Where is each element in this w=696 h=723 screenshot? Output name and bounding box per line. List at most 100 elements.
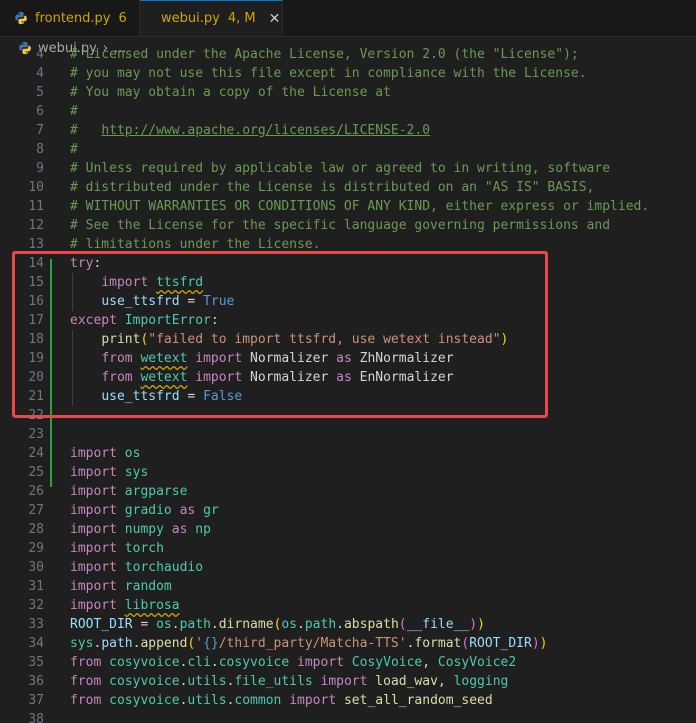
- code-line[interactable]: 12 # See the License for the specific lan…: [0, 216, 696, 235]
- code-line[interactable]: 4 # Licensed under the Apache License, Ve…: [0, 46, 696, 64]
- code-line[interactable]: 8 #: [0, 140, 696, 159]
- line-number: 5: [36, 85, 44, 100]
- code-token: import: [70, 446, 117, 461]
- code-token: (: [398, 617, 407, 632]
- code-token: # See the License for the specific langu…: [70, 218, 611, 233]
- code-line[interactable]: 23: [0, 425, 696, 444]
- code-token: gr: [203, 503, 219, 518]
- code-token: torch: [124, 541, 164, 556]
- close-tab-icon[interactable]: ✕: [269, 11, 281, 27]
- code-token: # You may obtain a copy of the License a…: [70, 85, 391, 100]
- code-line[interactable]: 10 # distributed under the License is dis…: [0, 178, 696, 197]
- code-token: file_utils: [234, 674, 313, 689]
- code-token: cosyvoice: [109, 655, 180, 670]
- code-token: import: [70, 484, 117, 499]
- code-token: .: [297, 617, 305, 632]
- code-line[interactable]: 28 import numpy as np: [0, 520, 696, 539]
- code-token: ': [195, 636, 204, 651]
- code-text: # Unless required by applicable law or a…: [70, 159, 610, 178]
- problem-count-badge: 4, M: [227, 11, 256, 26]
- annotation-highlight-box: [12, 251, 548, 418]
- code-line[interactable]: 29 import torch: [0, 539, 696, 558]
- code-token: gradio: [124, 503, 172, 518]
- code-token: from: [70, 655, 102, 670]
- code-token: import: [70, 598, 117, 613]
- tab-webui-py[interactable]: webui.py 4, M ✕: [140, 0, 283, 36]
- code-line[interactable]: 7 # http://www.apache.org/licenses/LICENS…: [0, 121, 696, 140]
- code-token: np: [195, 522, 211, 537]
- code-token: ): [531, 636, 540, 651]
- code-token: librosa: [124, 598, 180, 613]
- code-token: sys: [124, 465, 149, 480]
- code-line[interactable]: 36 from cosyvoice.utils.file_utils import…: [0, 672, 696, 691]
- code-line[interactable]: 25 import sys: [0, 463, 696, 482]
- code-line[interactable]: 35 from cosyvoice.cli.cosyvoice import Co…: [0, 653, 696, 672]
- code-line[interactable]: 11 # WITHOUT WARRANTIES OR CONDITIONS OF …: [0, 197, 696, 216]
- code-text: from cosyvoice.utils.file_utils import l…: [70, 672, 508, 691]
- code-text: import torchaudio: [70, 558, 203, 577]
- code-line[interactable]: 6 #: [0, 102, 696, 121]
- code-token: # Licensed under the Apache License, Ver…: [70, 47, 579, 62]
- code-line[interactable]: 30 import torchaudio: [0, 558, 696, 577]
- tab-label: frontend.py: [35, 10, 111, 26]
- code-text: # you may not use this file except in co…: [70, 64, 587, 83]
- line-number: 27: [28, 503, 44, 518]
- code-token: {}: [203, 636, 219, 651]
- code-token: cosyvoice: [109, 674, 180, 689]
- code-line[interactable]: 33 ROOT_DIR = os.path.dirname(os.path.abs…: [0, 615, 696, 634]
- code-text: #: [70, 140, 78, 159]
- code-token: from: [70, 674, 102, 689]
- code-line[interactable]: 27 import gradio as gr: [0, 501, 696, 520]
- line-number: 7: [36, 123, 44, 138]
- line-number: 23: [28, 427, 44, 442]
- code-line[interactable]: 37 from cosyvoice.utils.common import set…: [0, 691, 696, 710]
- code-token: CosyVoice: [351, 655, 423, 670]
- code-token: torchaudio: [124, 560, 204, 575]
- code-token: common: [234, 693, 282, 708]
- code-token: os: [156, 617, 172, 632]
- code-text: # See the License for the specific langu…: [70, 216, 610, 235]
- code-token: os: [124, 446, 141, 461]
- code-line[interactable]: 38: [0, 710, 696, 723]
- line-number: 6: [36, 104, 44, 119]
- line-number: 37: [28, 693, 44, 708]
- code-token: os: [281, 617, 298, 632]
- code-text: # distributed under the License is distr…: [70, 178, 594, 197]
- code-token: import: [70, 522, 117, 537]
- tab-frontend-py[interactable]: frontend.py 6: [0, 0, 140, 36]
- code-token: append: [140, 636, 188, 651]
- code-line[interactable]: 34 sys.path.append('{}/third_party/Matcha…: [0, 634, 696, 653]
- code-line[interactable]: 26 import argparse: [0, 482, 696, 501]
- code-token: .: [336, 617, 344, 632]
- code-line[interactable]: 24 import os: [0, 444, 696, 463]
- code-text: # You may obtain a copy of the License a…: [70, 83, 391, 102]
- line-number: 9: [36, 161, 44, 176]
- code-line[interactable]: 9 # Unless required by applicable law or …: [0, 159, 696, 178]
- code-line[interactable]: 31 import random: [0, 577, 696, 596]
- code-text: # Licensed under the Apache License, Ver…: [70, 46, 579, 64]
- code-text: import librosa: [70, 596, 180, 615]
- code-token: CosyVoice2: [437, 655, 517, 670]
- code-line[interactable]: 5 # You may obtain a copy of the License …: [0, 83, 696, 102]
- code-line[interactable]: 32 import librosa: [0, 596, 696, 615]
- code-token: __file__: [406, 617, 470, 632]
- code-line[interactable]: 4 # you may not use this file except in c…: [0, 64, 696, 83]
- code-text: import os: [70, 444, 140, 463]
- code-text: # WITHOUT WARRANTIES OR CONDITIONS OF AN…: [70, 197, 649, 216]
- code-token: .: [171, 617, 180, 632]
- code-token: .: [210, 655, 219, 670]
- line-number: 35: [28, 655, 44, 670]
